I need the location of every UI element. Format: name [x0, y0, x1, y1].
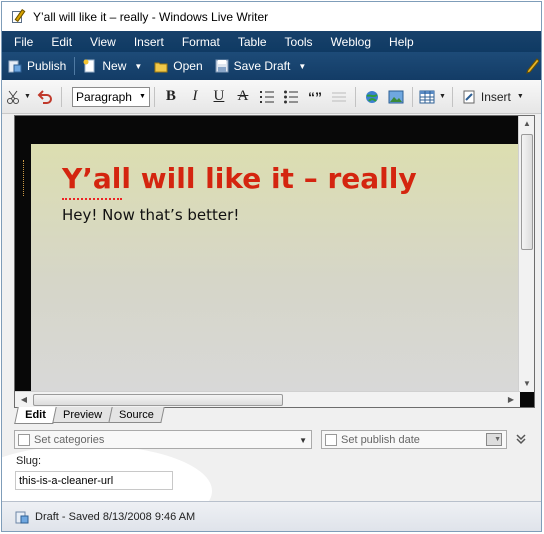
menu-bar: File Edit View Insert Format Table Tools… [2, 31, 541, 52]
pen-tool-icon[interactable] [525, 58, 539, 74]
post-properties-panel: Set categories ▼ Set publish date ▼ Slug… [2, 425, 541, 531]
save-draft-label: Save Draft [233, 59, 291, 73]
view-tabs: Edit Preview Source [14, 407, 165, 425]
chevron-down-icon: ▼ [139, 93, 146, 100]
menu-tools[interactable]: Tools [277, 35, 321, 49]
window-title: Y’all will like it – really - Windows Li… [33, 9, 269, 24]
open-folder-icon [154, 62, 168, 73]
tab-edit-label: Edit [25, 409, 46, 421]
post-page[interactable]: Y’all will like it – really Hey! Now tha… [31, 144, 521, 392]
menu-edit[interactable]: Edit [43, 35, 80, 49]
post-title[interactable]: Y’all will like it – really [62, 162, 417, 195]
toolbar-separator [451, 86, 453, 107]
status-bar: Draft - Saved 8/13/2008 9:46 AM [2, 501, 541, 531]
spellcheck-underline [62, 197, 122, 200]
chevron-down-icon: ▼ [299, 436, 307, 445]
horizontal-scrollbar[interactable]: ◀ ▶ [15, 391, 520, 407]
editor-area[interactable]: Y’all will like it – really Hey! Now tha… [14, 115, 535, 408]
save-draft-button[interactable]: Save Draft ▼ [209, 55, 313, 77]
horizontal-scroll-thumb[interactable] [33, 394, 283, 406]
scroll-right-arrow-icon[interactable]: ▶ [506, 395, 516, 405]
new-label: New [102, 59, 127, 73]
new-dropdown-arrow-icon[interactable]: ▼ [134, 62, 142, 71]
scroll-down-arrow-icon[interactable]: ▼ [522, 379, 532, 389]
vertical-scroll-thumb[interactable] [521, 134, 533, 250]
scroll-left-arrow-icon[interactable]: ◀ [19, 395, 29, 405]
tab-edit[interactable]: Edit [14, 407, 57, 424]
slug-label: Slug: [16, 455, 42, 467]
status-text: Draft - Saved 8/13/2008 9:46 AM [35, 511, 196, 523]
post-body[interactable]: Hey! Now that’s better! [62, 206, 239, 224]
categories-select[interactable]: Set categories ▼ [14, 430, 312, 449]
insert-table-icon[interactable]: ▼ [419, 86, 446, 108]
publish-label: Publish [27, 59, 67, 73]
tab-source[interactable]: Source [108, 407, 165, 423]
tab-source-label: Source [119, 408, 154, 421]
open-button[interactable]: Open [148, 55, 208, 77]
toolbar-separator [60, 86, 62, 107]
insert-picture-icon[interactable] [386, 86, 406, 108]
bulleted-list-icon[interactable] [281, 86, 301, 108]
publish-icon [8, 60, 22, 73]
cut-scissors-icon[interactable]: ▼ [6, 86, 31, 108]
insert-icon [463, 90, 475, 103]
expand-properties-chevron-icon[interactable] [515, 433, 527, 448]
app-window: Y’all will like it – really - Windows Li… [1, 1, 542, 532]
scroll-up-arrow-icon[interactable]: ▲ [522, 119, 532, 129]
save-disk-icon [215, 59, 229, 73]
insert-link-globe-icon[interactable] [362, 86, 382, 108]
paragraph-style-select[interactable]: Paragraph ▼ [71, 86, 150, 107]
categories-placeholder: Set categories [34, 433, 105, 446]
menu-insert[interactable]: Insert [126, 35, 172, 49]
bold-button[interactable]: B [161, 86, 181, 108]
toolbar-separator [74, 57, 76, 75]
formatting-toolbar: ▼ Paragraph ▼ B I U A “” ▼ Insert ▼ [2, 80, 541, 114]
insert-label: Insert [480, 89, 511, 104]
undo-icon[interactable] [35, 86, 55, 108]
toolbar-separator [354, 86, 356, 107]
publish-date-picker[interactable]: Set publish date ▼ [321, 430, 507, 449]
paragraph-style-value: Paragraph [75, 89, 132, 104]
main-toolbar: Publish New ▼ Open Save Draft ▼ [2, 52, 541, 80]
menu-format[interactable]: Format [174, 35, 228, 49]
numbered-list-icon[interactable] [257, 86, 277, 108]
menu-view[interactable]: View [82, 35, 124, 49]
italic-button[interactable]: I [185, 86, 205, 108]
insert-menu-button[interactable]: Insert ▼ [459, 86, 528, 108]
margin-marker [23, 160, 26, 196]
underline-button[interactable]: U [209, 86, 229, 108]
blockquote-button[interactable]: “” [305, 86, 325, 108]
horizontal-rule-icon[interactable] [329, 86, 349, 108]
save-draft-dropdown-arrow-icon[interactable]: ▼ [298, 62, 306, 71]
menu-table[interactable]: Table [230, 35, 275, 49]
publish-date-placeholder: Set publish date [341, 433, 420, 446]
publish-button[interactable]: Publish [2, 55, 72, 77]
calendar-icon[interactable]: ▼ [486, 433, 502, 446]
draft-status-icon [15, 511, 29, 524]
checkbox-icon [18, 433, 30, 446]
new-button[interactable]: New ▼ [77, 55, 148, 77]
chevron-down-icon: ▼ [516, 93, 524, 100]
menu-weblog[interactable]: Weblog [323, 35, 379, 49]
menu-help[interactable]: Help [381, 35, 422, 49]
new-post-icon [83, 59, 95, 73]
writer-app-icon [11, 8, 27, 25]
toolbar-separator [153, 86, 155, 107]
title-bar: Y’all will like it – really - Windows Li… [2, 2, 541, 31]
toolbar-separator [411, 86, 413, 107]
slug-input[interactable]: this-is-a-cleaner-url [15, 471, 173, 490]
tab-preview[interactable]: Preview [52, 407, 113, 423]
checkbox-icon[interactable] [325, 433, 337, 446]
menu-file[interactable]: File [6, 35, 41, 49]
open-label: Open [173, 59, 203, 73]
vertical-scrollbar[interactable]: ▲ ▼ [518, 116, 534, 392]
tab-preview-label: Preview [62, 408, 103, 421]
strikethrough-button[interactable]: A [233, 86, 253, 108]
